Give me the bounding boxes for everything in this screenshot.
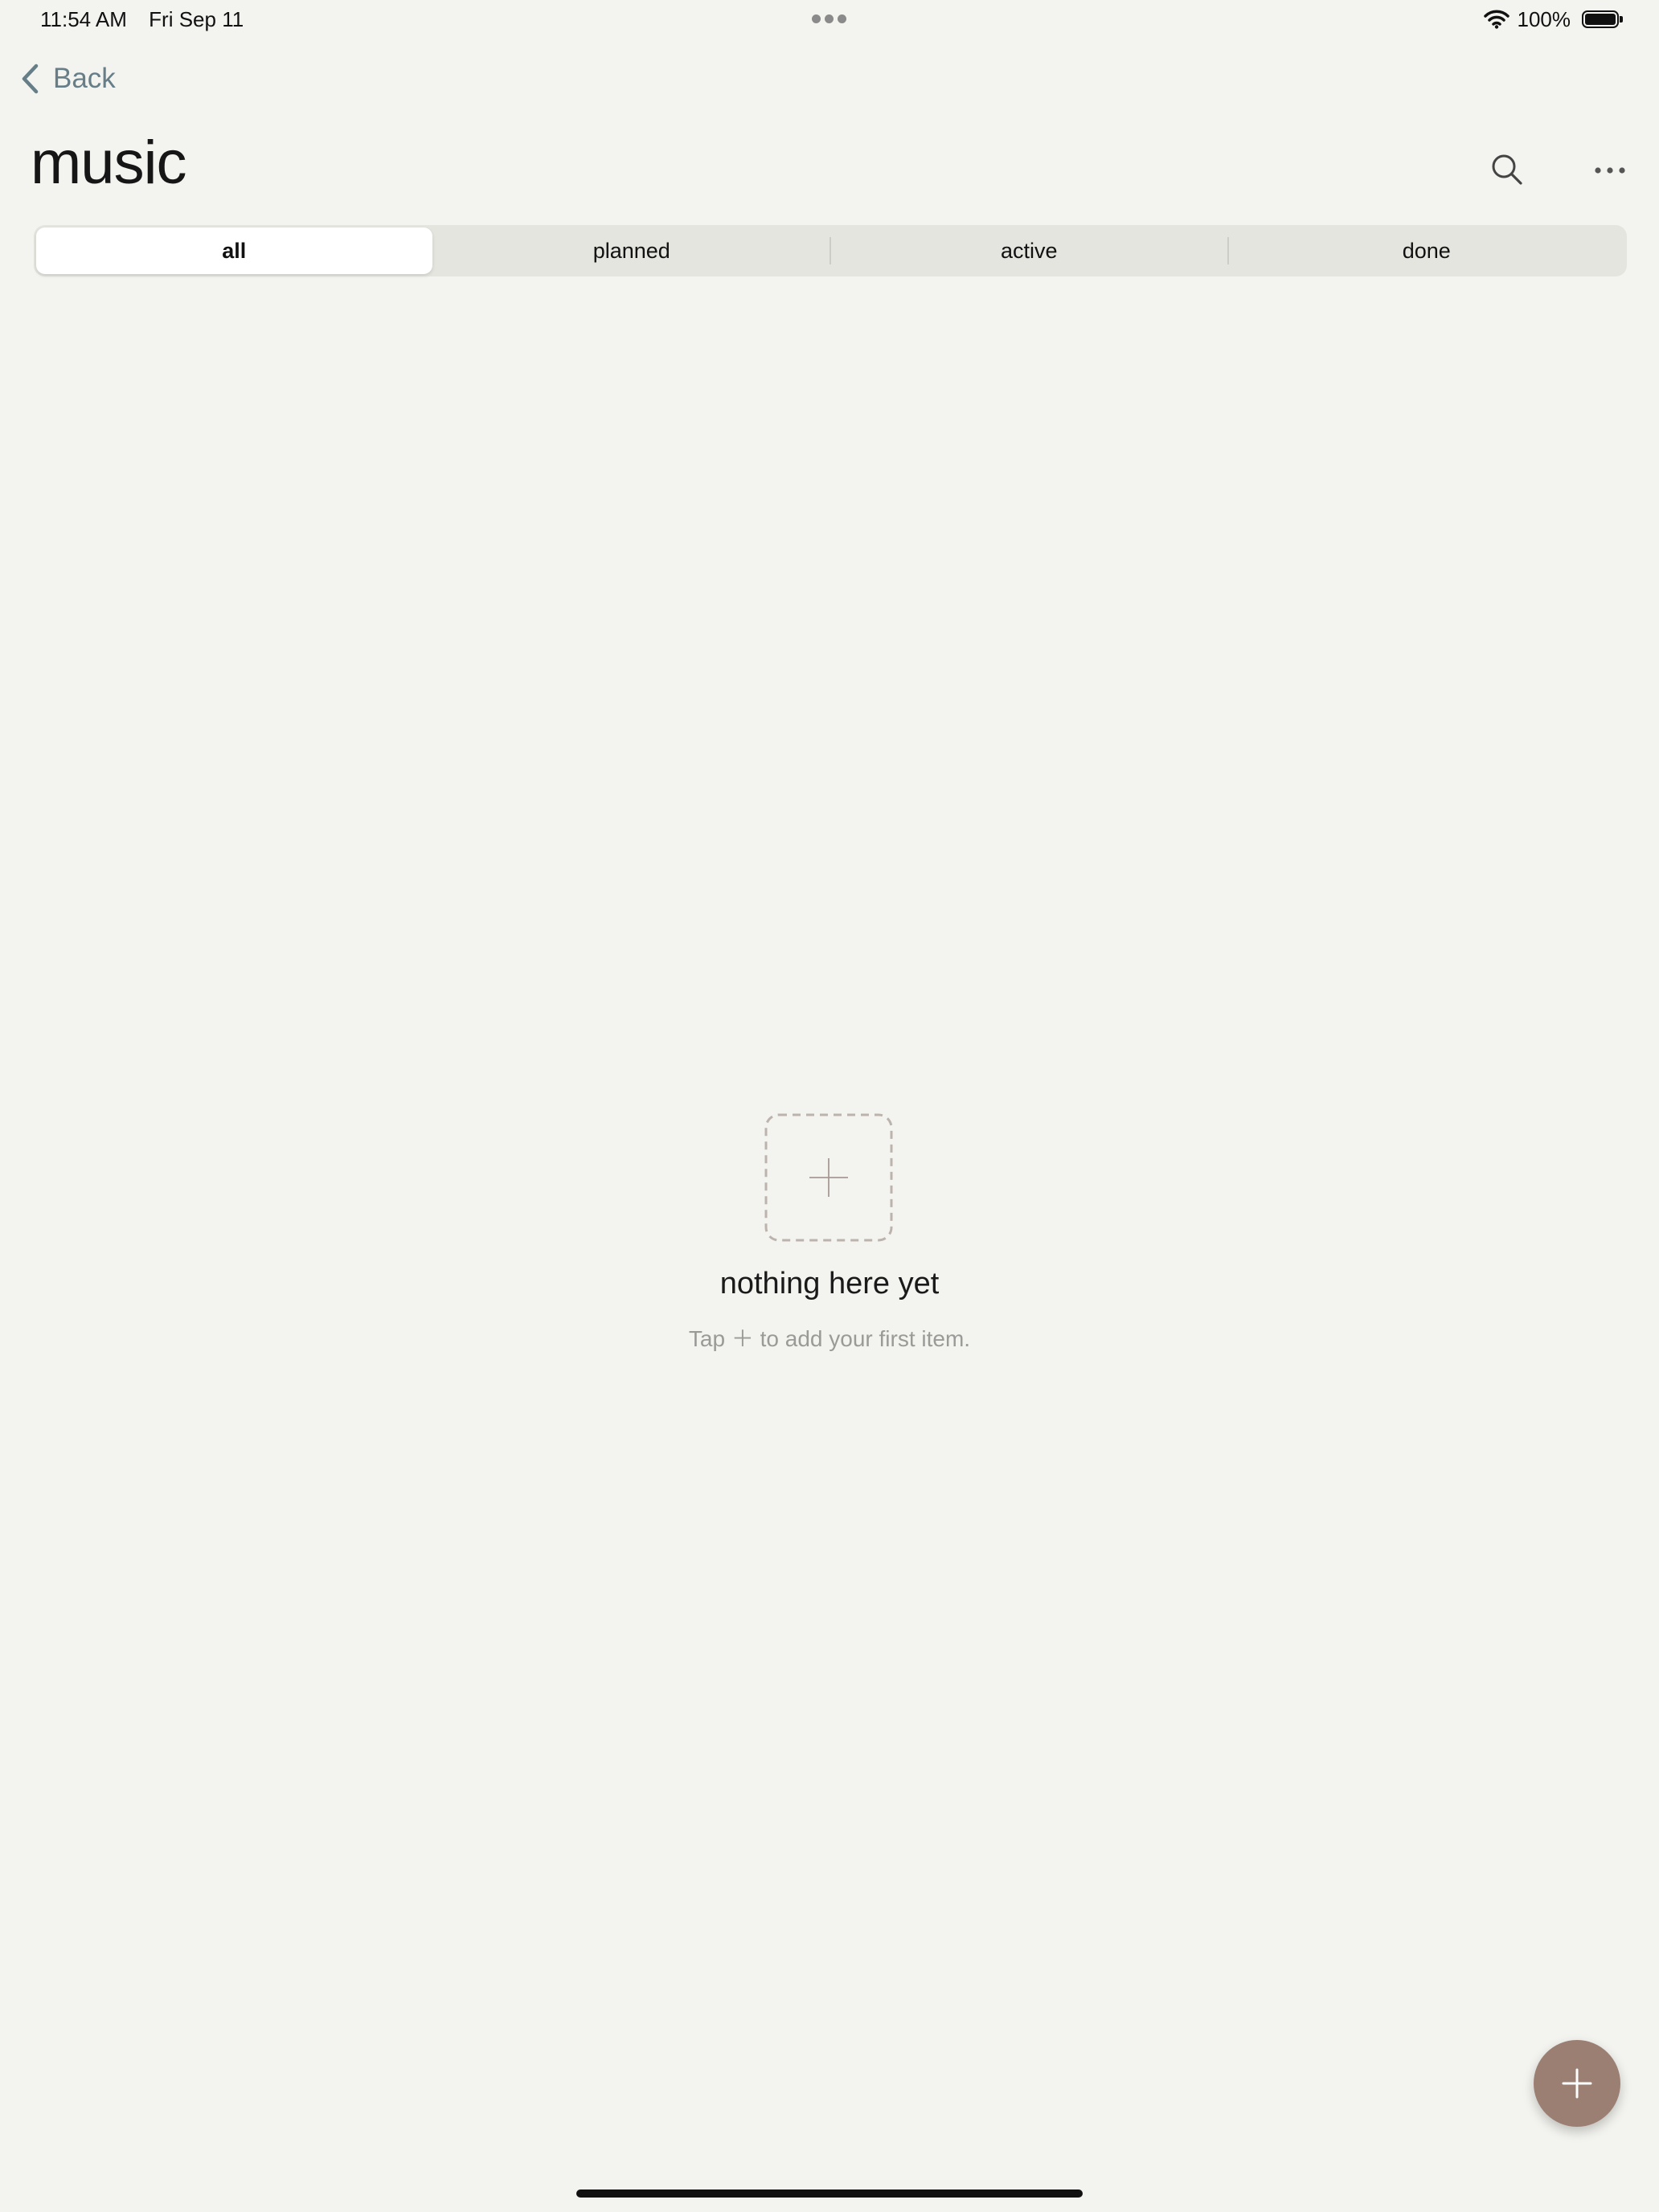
back-button-label: Back [53, 63, 116, 94]
empty-state-title: nothing here yet [719, 1267, 940, 1301]
battery-icon [1582, 10, 1623, 28]
segment-active[interactable]: active [831, 227, 1227, 274]
empty-state-subtitle: Tap ＋ to add your first item. [688, 1326, 971, 1351]
segment-all[interactable]: all [36, 227, 432, 274]
status-date: Fri Sep 11 [149, 7, 244, 31]
empty-state-add-placeholder-icon [764, 1113, 893, 1242]
multitasking-dots-icon[interactable] [812, 14, 847, 24]
page-title: music [31, 129, 186, 197]
status-bar-right: 100% [1483, 5, 1623, 34]
search-button[interactable] [1489, 151, 1526, 188]
status-filter-segmented-control: all planned active done [34, 225, 1627, 276]
ellipsis-icon [1595, 167, 1625, 174]
add-item-button[interactable] [1534, 2040, 1620, 2127]
plus-icon [1562, 2068, 1592, 2099]
status-time: 11:54 AM [40, 7, 127, 31]
chevron-left-icon [22, 63, 39, 94]
battery-percentage: 100% [1517, 6, 1571, 31]
back-button[interactable]: Back [19, 58, 116, 100]
search-icon [1492, 154, 1522, 185]
status-bar-time-date: 11:54 AM Fri Sep 11 [40, 5, 244, 34]
home-indicator[interactable] [576, 2189, 1083, 2198]
segment-planned[interactable]: planned [434, 227, 830, 274]
wifi-icon [1483, 10, 1509, 29]
more-options-button[interactable] [1593, 159, 1627, 182]
segment-done[interactable]: done [1229, 227, 1625, 274]
